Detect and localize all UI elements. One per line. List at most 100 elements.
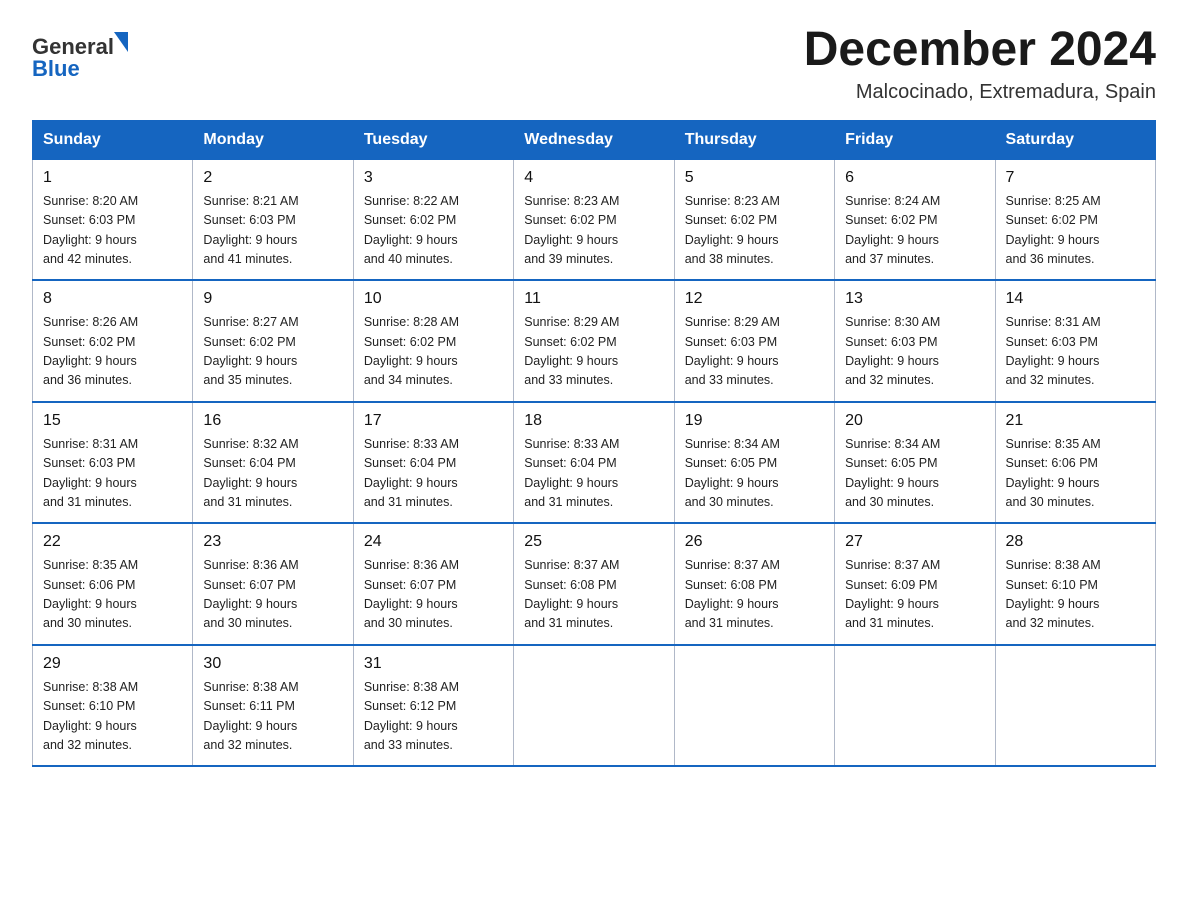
day-number: 18	[524, 409, 663, 433]
day-info: Sunrise: 8:36 AMSunset: 6:07 PMDaylight:…	[203, 558, 298, 630]
day-info: Sunrise: 8:36 AMSunset: 6:07 PMDaylight:…	[364, 558, 459, 630]
calendar-cell	[835, 645, 995, 767]
calendar-cell: 16 Sunrise: 8:32 AMSunset: 6:04 PMDayligh…	[193, 402, 353, 524]
day-info: Sunrise: 8:33 AMSunset: 6:04 PMDaylight:…	[364, 437, 459, 509]
header-day-wednesday: Wednesday	[514, 120, 674, 159]
calendar-cell: 13Sunrise: 8:30 AMSunset: 6:03 PMDayligh…	[835, 280, 995, 402]
day-info: Sunrise: 8:34 AMSunset: 6:05 PMDaylight:…	[685, 437, 780, 509]
calendar-cell: 5 Sunrise: 8:23 AMSunset: 6:02 PMDaylight…	[674, 159, 834, 280]
calendar-cell: 24 Sunrise: 8:36 AMSunset: 6:07 PMDayligh…	[353, 523, 513, 645]
day-info: Sunrise: 8:27 AMSunset: 6:02 PMDaylight:…	[203, 315, 298, 387]
day-number: 9	[203, 287, 342, 311]
calendar-cell: 25 Sunrise: 8:37 AMSunset: 6:08 PMDayligh…	[514, 523, 674, 645]
day-number: 1	[43, 166, 182, 190]
calendar-week-row: 22 Sunrise: 8:35 AMSunset: 6:06 PMDayligh…	[33, 523, 1156, 645]
day-info: Sunrise: 8:29 AMSunset: 6:02 PMDaylight:…	[524, 315, 619, 387]
day-info: Sunrise: 8:38 AMSunset: 6:10 PMDaylight:…	[1006, 558, 1101, 630]
calendar-week-row: 8 Sunrise: 8:26 AMSunset: 6:02 PMDaylight…	[33, 280, 1156, 402]
calendar-cell: 8 Sunrise: 8:26 AMSunset: 6:02 PMDaylight…	[33, 280, 193, 402]
header-day-monday: Monday	[193, 120, 353, 159]
day-number: 16	[203, 409, 342, 433]
day-info: Sunrise: 8:21 AMSunset: 6:03 PMDaylight:…	[203, 194, 298, 266]
day-number: 5	[685, 166, 824, 190]
calendar-cell: 1 Sunrise: 8:20 AMSunset: 6:03 PMDaylight…	[33, 159, 193, 280]
day-info: Sunrise: 8:29 AMSunset: 6:03 PMDaylight:…	[685, 315, 780, 387]
calendar-cell: 14Sunrise: 8:31 AMSunset: 6:03 PMDayligh…	[995, 280, 1155, 402]
day-number: 19	[685, 409, 824, 433]
calendar-cell: 23 Sunrise: 8:36 AMSunset: 6:07 PMDayligh…	[193, 523, 353, 645]
day-number: 20	[845, 409, 984, 433]
day-number: 26	[685, 530, 824, 554]
day-number: 31	[364, 652, 503, 676]
day-info: Sunrise: 8:33 AMSunset: 6:04 PMDaylight:…	[524, 437, 619, 509]
day-info: Sunrise: 8:38 AMSunset: 6:11 PMDaylight:…	[203, 680, 298, 752]
calendar-week-row: 1 Sunrise: 8:20 AMSunset: 6:03 PMDaylight…	[33, 159, 1156, 280]
calendar-cell: 28 Sunrise: 8:38 AMSunset: 6:10 PMDayligh…	[995, 523, 1155, 645]
calendar-table: SundayMondayTuesdayWednesdayThursdayFrid…	[32, 120, 1156, 768]
day-info: Sunrise: 8:32 AMSunset: 6:04 PMDaylight:…	[203, 437, 298, 509]
calendar-week-row: 29 Sunrise: 8:38 AMSunset: 6:10 PMDayligh…	[33, 645, 1156, 767]
day-number: 27	[845, 530, 984, 554]
day-info: Sunrise: 8:23 AMSunset: 6:02 PMDaylight:…	[685, 194, 780, 266]
calendar-cell: 31 Sunrise: 8:38 AMSunset: 6:12 PMDayligh…	[353, 645, 513, 767]
day-number: 8	[43, 287, 182, 311]
header-day-friday: Friday	[835, 120, 995, 159]
day-info: Sunrise: 8:38 AMSunset: 6:10 PMDaylight:…	[43, 680, 138, 752]
page-title: December 2024	[804, 24, 1156, 77]
header-day-tuesday: Tuesday	[353, 120, 513, 159]
calendar-cell	[514, 645, 674, 767]
day-info: Sunrise: 8:28 AMSunset: 6:02 PMDaylight:…	[364, 315, 459, 387]
day-number: 12	[685, 287, 824, 311]
day-number: 3	[364, 166, 503, 190]
day-number: 22	[43, 530, 182, 554]
page-header: General Blue December 2024 Malcocinado, …	[32, 24, 1156, 104]
calendar-cell: 29 Sunrise: 8:38 AMSunset: 6:10 PMDayligh…	[33, 645, 193, 767]
calendar-cell: 7 Sunrise: 8:25 AMSunset: 6:02 PMDaylight…	[995, 159, 1155, 280]
day-info: Sunrise: 8:37 AMSunset: 6:08 PMDaylight:…	[685, 558, 780, 630]
day-number: 25	[524, 530, 663, 554]
day-info: Sunrise: 8:31 AMSunset: 6:03 PMDaylight:…	[1006, 315, 1101, 387]
day-info: Sunrise: 8:31 AMSunset: 6:03 PMDaylight:…	[43, 437, 138, 509]
calendar-cell: 26 Sunrise: 8:37 AMSunset: 6:08 PMDayligh…	[674, 523, 834, 645]
logo-svg: General Blue	[32, 24, 152, 84]
day-info: Sunrise: 8:20 AMSunset: 6:03 PMDaylight:…	[43, 194, 138, 266]
header-day-saturday: Saturday	[995, 120, 1155, 159]
day-info: Sunrise: 8:35 AMSunset: 6:06 PMDaylight:…	[43, 558, 138, 630]
day-number: 23	[203, 530, 342, 554]
calendar-cell: 15 Sunrise: 8:31 AMSunset: 6:03 PMDayligh…	[33, 402, 193, 524]
day-number: 24	[364, 530, 503, 554]
day-info: Sunrise: 8:35 AMSunset: 6:06 PMDaylight:…	[1006, 437, 1101, 509]
header-day-thursday: Thursday	[674, 120, 834, 159]
day-number: 29	[43, 652, 182, 676]
title-block: December 2024 Malcocinado, Extremadura, …	[804, 24, 1156, 104]
day-info: Sunrise: 8:30 AMSunset: 6:03 PMDaylight:…	[845, 315, 940, 387]
day-info: Sunrise: 8:26 AMSunset: 6:02 PMDaylight:…	[43, 315, 138, 387]
day-number: 15	[43, 409, 182, 433]
day-number: 2	[203, 166, 342, 190]
calendar-cell: 20Sunrise: 8:34 AMSunset: 6:05 PMDayligh…	[835, 402, 995, 524]
day-number: 21	[1006, 409, 1145, 433]
day-info: Sunrise: 8:24 AMSunset: 6:02 PMDaylight:…	[845, 194, 940, 266]
calendar-cell: 19 Sunrise: 8:34 AMSunset: 6:05 PMDayligh…	[674, 402, 834, 524]
day-number: 28	[1006, 530, 1145, 554]
header-day-sunday: Sunday	[33, 120, 193, 159]
svg-text:Blue: Blue	[32, 56, 80, 81]
calendar-cell	[674, 645, 834, 767]
calendar-cell: 2 Sunrise: 8:21 AMSunset: 6:03 PMDaylight…	[193, 159, 353, 280]
calendar-cell: 18 Sunrise: 8:33 AMSunset: 6:04 PMDayligh…	[514, 402, 674, 524]
calendar-header-row: SundayMondayTuesdayWednesdayThursdayFrid…	[33, 120, 1156, 159]
calendar-cell: 27Sunrise: 8:37 AMSunset: 6:09 PMDayligh…	[835, 523, 995, 645]
day-info: Sunrise: 8:25 AMSunset: 6:02 PMDaylight:…	[1006, 194, 1101, 266]
day-info: Sunrise: 8:23 AMSunset: 6:02 PMDaylight:…	[524, 194, 619, 266]
day-number: 17	[364, 409, 503, 433]
day-number: 6	[845, 166, 984, 190]
calendar-cell: 12 Sunrise: 8:29 AMSunset: 6:03 PMDayligh…	[674, 280, 834, 402]
day-number: 7	[1006, 166, 1145, 190]
calendar-cell	[995, 645, 1155, 767]
logo: General Blue	[32, 24, 152, 84]
calendar-cell: 4Sunrise: 8:23 AMSunset: 6:02 PMDaylight…	[514, 159, 674, 280]
day-info: Sunrise: 8:22 AMSunset: 6:02 PMDaylight:…	[364, 194, 459, 266]
day-info: Sunrise: 8:37 AMSunset: 6:08 PMDaylight:…	[524, 558, 619, 630]
calendar-cell: 22 Sunrise: 8:35 AMSunset: 6:06 PMDayligh…	[33, 523, 193, 645]
day-info: Sunrise: 8:38 AMSunset: 6:12 PMDaylight:…	[364, 680, 459, 752]
